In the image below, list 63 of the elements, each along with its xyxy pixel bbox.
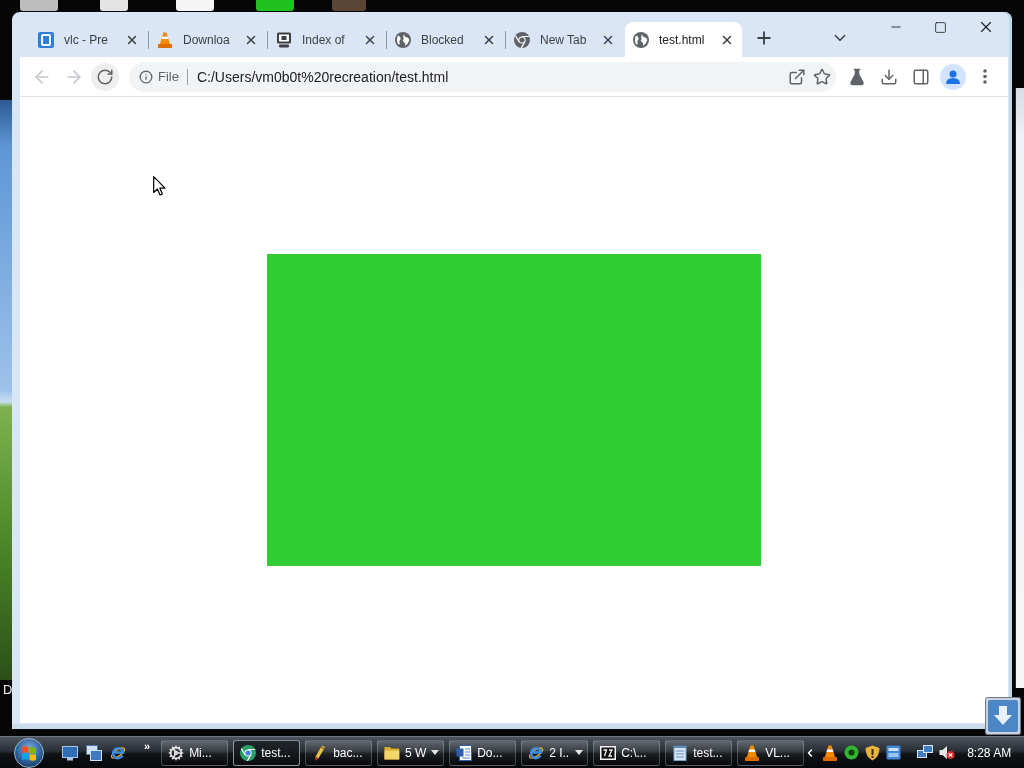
- maximize-icon: [934, 20, 947, 34]
- notepad-icon: [672, 744, 689, 761]
- browser-tab[interactable]: test.html: [625, 22, 742, 57]
- desktop-icon-label[interactable]: D: [3, 682, 13, 698]
- reload-icon: [96, 67, 114, 86]
- shield-icon[interactable]: [865, 744, 881, 761]
- share-icon: [788, 67, 806, 86]
- site-info-button[interactable]: File: [139, 69, 179, 84]
- side-panel-icon: [912, 67, 930, 86]
- browser-tab[interactable]: Blocked: [387, 22, 504, 57]
- quick-launch-overflow-button[interactable]: »: [144, 740, 151, 752]
- network-icon[interactable]: [917, 745, 934, 760]
- folder-icon: [384, 744, 400, 761]
- download-icon: [880, 67, 898, 86]
- taskbar-button[interactable]: Mi...: [161, 739, 229, 766]
- dropdown-arrow-icon: [575, 750, 584, 755]
- traffic-cone-icon[interactable]: [822, 744, 839, 761]
- gear-icon: [168, 744, 185, 761]
- traffic-cone-icon: [157, 31, 173, 48]
- document-icon: [456, 744, 473, 761]
- browser-tab[interactable]: Downloa: [149, 22, 266, 57]
- taskbar-button[interactable]: test...: [665, 739, 733, 766]
- globe-icon: [633, 31, 649, 48]
- start-button[interactable]: [14, 737, 44, 768]
- e-logo-icon[interactable]: [110, 744, 126, 761]
- ring-logo-icon: [240, 744, 257, 761]
- mouse-pointer-icon: [153, 176, 166, 196]
- taskbar-button[interactable]: 5 W: [377, 739, 445, 766]
- taskbar-button[interactable]: Do...: [449, 739, 517, 766]
- dropdown-arrow-icon: [431, 750, 440, 755]
- flask-icon: [848, 67, 866, 86]
- plus-icon: [754, 28, 774, 48]
- status-ring-icon[interactable]: [844, 745, 860, 760]
- e-logo-icon: [528, 744, 545, 761]
- vertical-dots-icon: [983, 69, 987, 84]
- info-icon: [139, 69, 153, 84]
- taskbar-button[interactable]: 2 I..: [521, 739, 589, 766]
- taskbar-button[interactable]: bac...: [305, 739, 373, 766]
- switch-windows-icon[interactable]: [86, 744, 102, 761]
- address-bar[interactable]: File C:/Users/vm0b0t%20recreation/test.html: [129, 61, 836, 92]
- card-icon[interactable]: [886, 745, 902, 760]
- url-field[interactable]: C:/Users/vm0b0t%20recreation/test.html: [196, 66, 784, 87]
- show-desktop-icon[interactable]: [62, 744, 78, 761]
- star-icon: [813, 67, 831, 86]
- taskbar-button[interactable]: test...: [233, 739, 301, 766]
- traffic-cone-icon: [744, 744, 761, 761]
- taskbar-button[interactable]: VL...: [737, 739, 805, 766]
- framed-square-icon: [38, 31, 54, 48]
- speaker-muted-icon[interactable]: [939, 745, 956, 760]
- reload-button[interactable]: [91, 62, 119, 91]
- profile-button[interactable]: [940, 63, 966, 90]
- flag-icon: [21, 744, 37, 761]
- download-arrow-icon[interactable]: [985, 697, 1021, 735]
- taskbar-button[interactable]: C:\...: [593, 739, 661, 766]
- browser-tab[interactable]: vlc - Pre: [30, 22, 147, 57]
- archive-icon: [600, 744, 617, 761]
- globe-icon: [395, 31, 411, 48]
- browser-tab[interactable]: Index of: [268, 22, 385, 57]
- computer-icon: [276, 31, 292, 48]
- person-icon: [946, 69, 960, 84]
- browser-tab[interactable]: New Tab: [506, 22, 623, 57]
- clock[interactable]: 8:28 AM: [967, 745, 1012, 760]
- ring-logo-icon: [514, 31, 530, 48]
